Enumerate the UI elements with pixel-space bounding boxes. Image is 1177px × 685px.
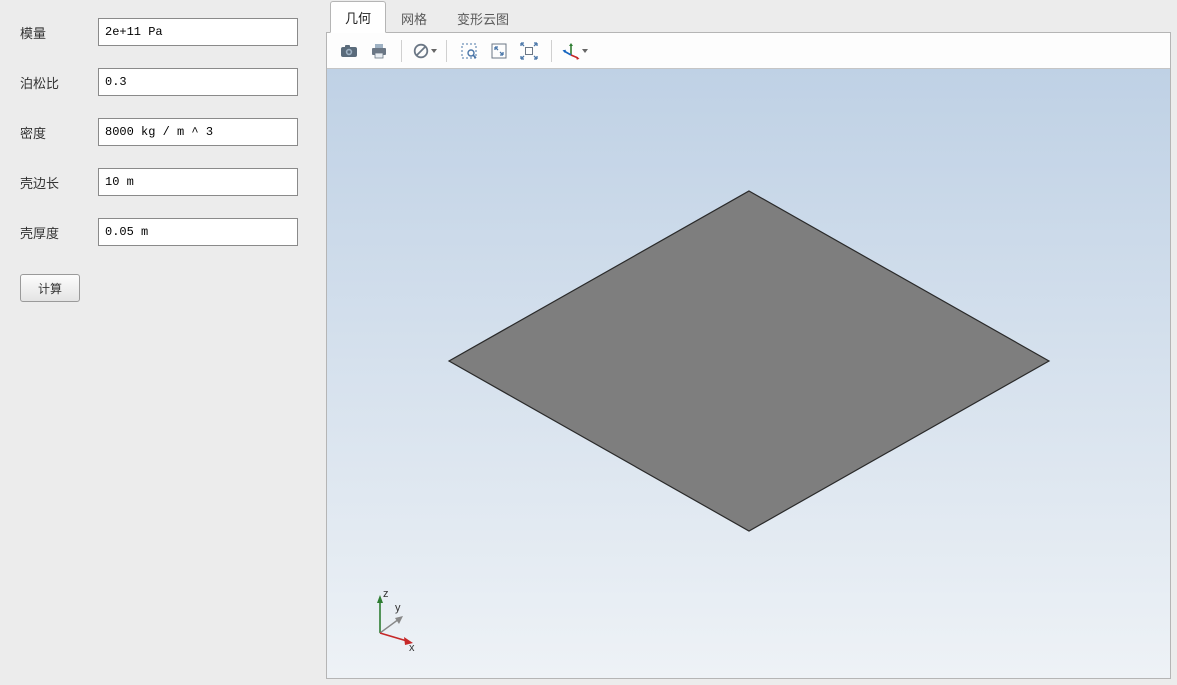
viewer-toolbar — [327, 33, 1170, 69]
toolbar-separator — [401, 40, 402, 62]
zoom-extents-button[interactable] — [515, 37, 543, 65]
label-modulus: 模量 — [20, 23, 98, 42]
viewer-panel: 几何 网格 变形云图 — [326, 0, 1177, 685]
zoom-box-icon — [459, 41, 479, 61]
label-density: 密度 — [20, 123, 98, 142]
label-shell-edge: 壳边长 — [20, 173, 98, 192]
toolbar-separator — [551, 40, 552, 62]
geometry-shell-plate — [429, 171, 1069, 551]
forbidden-icon — [412, 42, 430, 60]
print-icon — [369, 41, 389, 61]
input-modulus[interactable] — [98, 18, 298, 46]
viewport-3d[interactable]: z y x — [327, 69, 1170, 678]
tab-content: z y x — [326, 32, 1171, 679]
svg-text:z: z — [383, 588, 389, 600]
calculate-button[interactable]: 计算 — [20, 274, 80, 302]
zoom-box-button[interactable] — [455, 37, 483, 65]
chevron-down-icon — [582, 49, 588, 53]
tab-strip: 几何 网格 变形云图 — [326, 0, 1177, 32]
view-orientation-dropdown[interactable] — [560, 37, 588, 65]
svg-text:x: x — [409, 642, 415, 653]
print-button[interactable] — [365, 37, 393, 65]
svg-text:y: y — [395, 602, 401, 614]
input-shell-edge[interactable] — [98, 168, 298, 196]
fit-view-icon — [489, 41, 509, 61]
input-poisson[interactable] — [98, 68, 298, 96]
label-shell-thickness: 壳厚度 — [20, 223, 98, 242]
tab-deformation[interactable]: 变形云图 — [442, 2, 524, 33]
camera-icon — [339, 41, 359, 61]
toolbar-separator — [446, 40, 447, 62]
tab-geometry[interactable]: 几何 — [330, 1, 386, 33]
axis-triad: z y x — [355, 583, 425, 656]
snapshot-button[interactable] — [335, 37, 363, 65]
chevron-down-icon — [431, 49, 437, 53]
tab-mesh[interactable]: 网格 — [386, 2, 442, 33]
axes-icon — [561, 41, 581, 61]
fit-view-button[interactable] — [485, 37, 513, 65]
properties-panel: 模量 泊松比 密度 壳边长 壳厚度 计算 — [0, 0, 326, 685]
input-shell-thickness[interactable] — [98, 218, 298, 246]
label-poisson: 泊松比 — [20, 73, 98, 92]
zoom-extents-icon — [519, 41, 539, 61]
selection-filter-dropdown[interactable] — [410, 37, 438, 65]
input-density[interactable] — [98, 118, 298, 146]
